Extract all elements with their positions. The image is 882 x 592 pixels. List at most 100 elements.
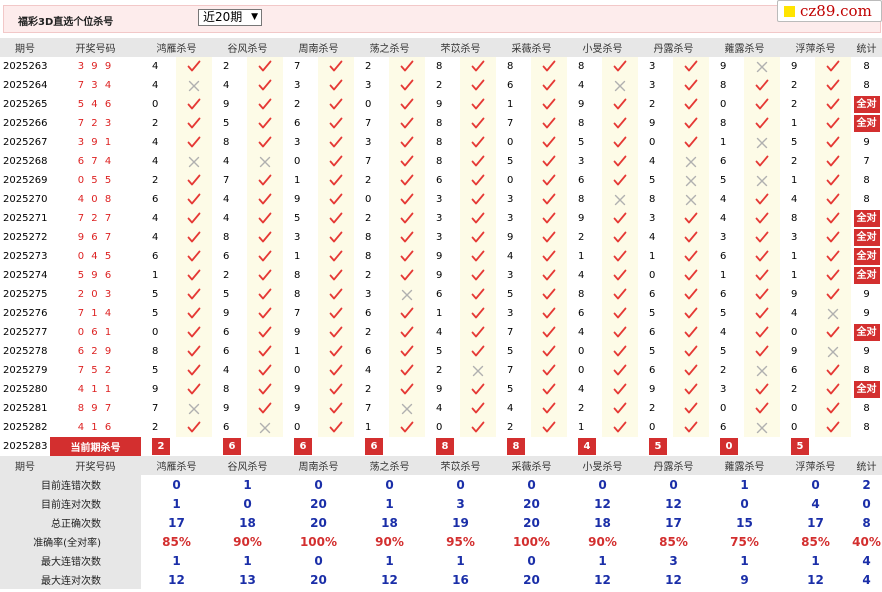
result-mark <box>815 304 851 323</box>
kill-number: 3 <box>436 213 443 224</box>
kill-number: 6 <box>649 365 656 376</box>
stats-value: 95% <box>446 534 475 549</box>
result-mark <box>176 133 212 152</box>
cross-icon <box>472 365 484 376</box>
column-header: 鸿雁杀号 <box>141 38 212 57</box>
check-icon <box>329 60 343 72</box>
stats-value: 1 <box>243 477 252 492</box>
site-logo[interactable]: cz89.com <box>777 0 882 22</box>
stats-value: 40% <box>852 534 881 549</box>
stats-value: 16 <box>452 572 469 587</box>
kill-number: 4 <box>223 80 230 91</box>
result-mark <box>815 266 851 285</box>
check-icon <box>755 250 769 262</box>
check-icon <box>471 421 485 433</box>
check-icon <box>258 326 272 338</box>
draw-number-cell: 2 0 3 <box>77 289 114 300</box>
column-header: 谷风杀号 <box>212 38 283 57</box>
result-mark <box>744 152 780 171</box>
kill-number: 0 <box>649 137 656 148</box>
result-mark <box>176 152 212 171</box>
check-icon <box>400 117 414 129</box>
kill-number: 2 <box>578 232 585 243</box>
kill-number: 9 <box>578 99 585 110</box>
check-icon <box>684 364 698 376</box>
kill-number: 4 <box>152 80 159 91</box>
result-mark <box>389 361 425 380</box>
result-mark <box>389 133 425 152</box>
kill-number: 6 <box>649 327 656 338</box>
current-kill-badge: 5 <box>791 438 809 455</box>
result-mark <box>531 304 567 323</box>
result-mark <box>247 418 283 437</box>
all-correct-badge: 全对 <box>853 381 880 398</box>
period-select[interactable]: 近20期 ▼ <box>198 9 262 26</box>
kill-number: 5 <box>649 175 656 186</box>
current-kill-badge: 6 <box>294 438 312 455</box>
result-mark <box>602 266 638 285</box>
kill-number: 6 <box>578 308 585 319</box>
all-correct-badge: 全对 <box>853 229 880 246</box>
column-header: 蕹露杀号 <box>709 456 780 475</box>
cross-icon <box>188 80 200 91</box>
stats-value: 2 <box>862 477 871 492</box>
period-cell: 2025267 <box>3 137 48 148</box>
row-total: 8 <box>863 194 870 205</box>
result-mark <box>602 380 638 399</box>
stats-value: 3 <box>669 553 678 568</box>
column-header: 荡之杀号 <box>354 456 425 475</box>
kill-number: 8 <box>578 194 585 205</box>
kill-number: 7 <box>507 365 514 376</box>
kill-number: 2 <box>365 327 372 338</box>
check-icon <box>329 307 343 319</box>
check-icon <box>400 79 414 91</box>
result-mark <box>389 247 425 266</box>
kill-number: 9 <box>223 99 230 110</box>
kill-number: 6 <box>720 422 727 433</box>
kill-number: 9 <box>436 384 443 395</box>
current-kill-number: 0 <box>709 437 744 456</box>
stats-value: 20 <box>310 515 327 530</box>
row-total: 8 <box>863 61 870 72</box>
stats-value: 0 <box>598 477 607 492</box>
stats-value: 100% <box>512 534 551 549</box>
kill-number: 1 <box>152 270 159 281</box>
check-icon <box>400 364 414 376</box>
current-kill-number: 6 <box>283 437 318 456</box>
current-kill-badge: 0 <box>720 438 738 455</box>
kill-number: 8 <box>223 137 230 148</box>
kill-number: 4 <box>152 156 159 167</box>
result-mark <box>744 209 780 228</box>
draw-number-cell: 6 2 9 <box>77 346 114 357</box>
table-row: 2025265 5 4 6 0 9 2 0 9 1 9 2 0 2 全对 <box>0 95 882 114</box>
result-mark <box>247 304 283 323</box>
check-icon <box>258 98 272 110</box>
kill-number: 6 <box>223 346 230 357</box>
result-mark <box>815 209 851 228</box>
stats-value: 20 <box>310 572 327 587</box>
kill-number: 3 <box>649 61 656 72</box>
result-mark <box>602 95 638 114</box>
stats-value: 75% <box>730 534 759 549</box>
draw-number-cell: 7 2 3 <box>77 118 114 129</box>
logo-square-icon <box>784 6 795 17</box>
result-mark <box>602 323 638 342</box>
kill-number: 7 <box>365 118 372 129</box>
check-icon <box>329 193 343 205</box>
kill-number: 7 <box>365 156 372 167</box>
result-mark <box>602 57 638 76</box>
check-icon <box>755 117 769 129</box>
result-mark <box>602 133 638 152</box>
result-mark <box>318 304 354 323</box>
result-mark <box>389 114 425 133</box>
check-icon <box>542 60 556 72</box>
kill-number: 0 <box>791 327 798 338</box>
result-mark <box>744 361 780 380</box>
kill-number: 6 <box>152 194 159 205</box>
check-icon <box>400 98 414 110</box>
result-mark <box>815 342 851 361</box>
check-icon <box>542 345 556 357</box>
check-icon <box>542 98 556 110</box>
check-icon <box>329 98 343 110</box>
cross-icon <box>259 422 271 433</box>
